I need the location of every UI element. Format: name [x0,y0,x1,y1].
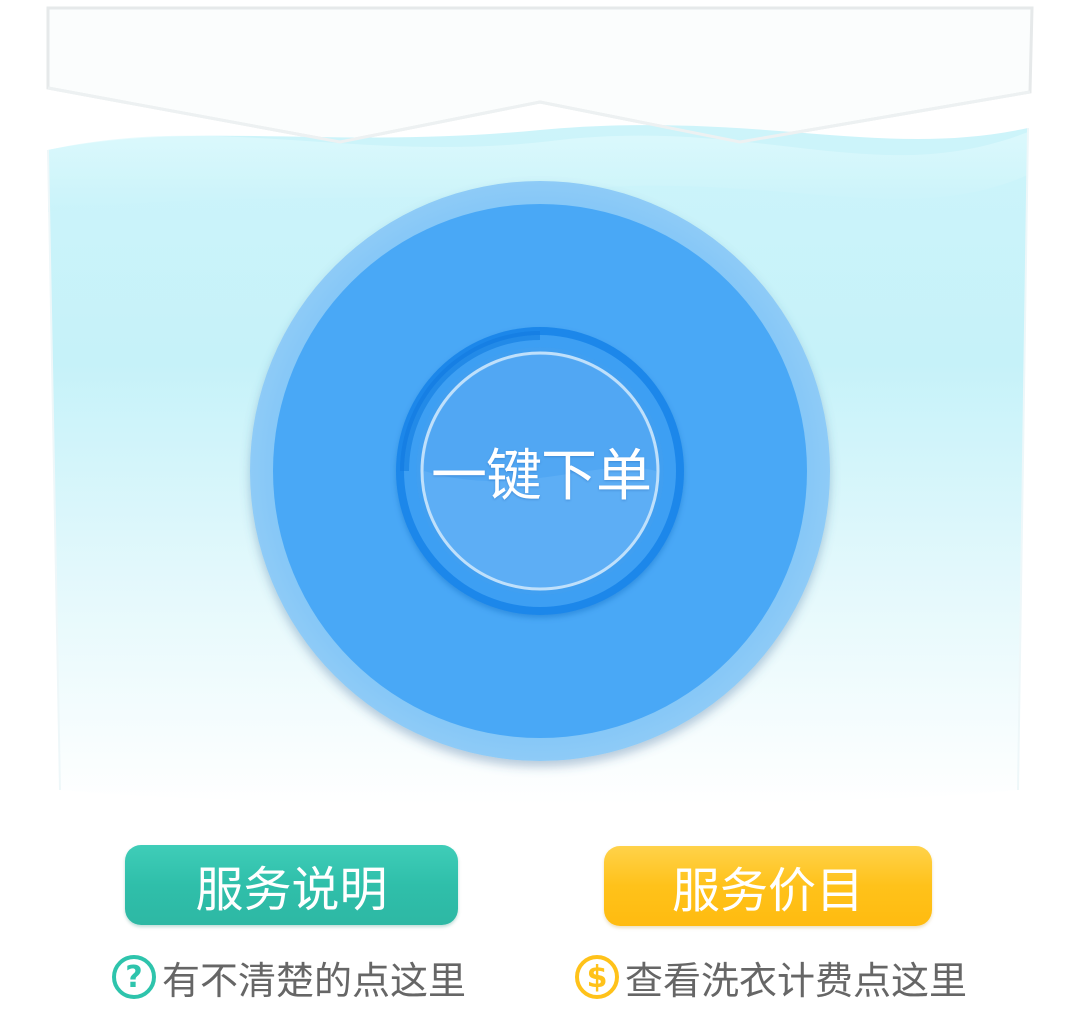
service-info-help-text: 有不清楚的点这里 [162,958,467,1003]
service-price-button[interactable]: 服务价目 [604,846,932,926]
one-click-order-button[interactable]: 一键下单 [398,328,684,614]
price-help-text: 查看洗衣计费点这里 [625,958,968,1003]
service-price-label: 服务价目 [671,863,864,919]
price-help-link[interactable]: $ 查看洗衣计费点这里 [575,951,967,1003]
question-icon: ? [112,955,156,999]
service-info-help-link[interactable]: ? 有不清楚的点这里 [112,951,466,1003]
service-info-label: 服务说明 [195,862,388,918]
basin-back-outline [46,6,1034,144]
dollar-icon: $ [575,955,619,999]
laundry-order-screen: 一键下单 服务说明 服务价目 ? 有不清楚的点这里 $ 查看洗衣计费点这里 [0,0,1080,1014]
one-click-order-label: 一键下单 [431,443,652,509]
service-info-button[interactable]: 服务说明 [125,845,458,925]
